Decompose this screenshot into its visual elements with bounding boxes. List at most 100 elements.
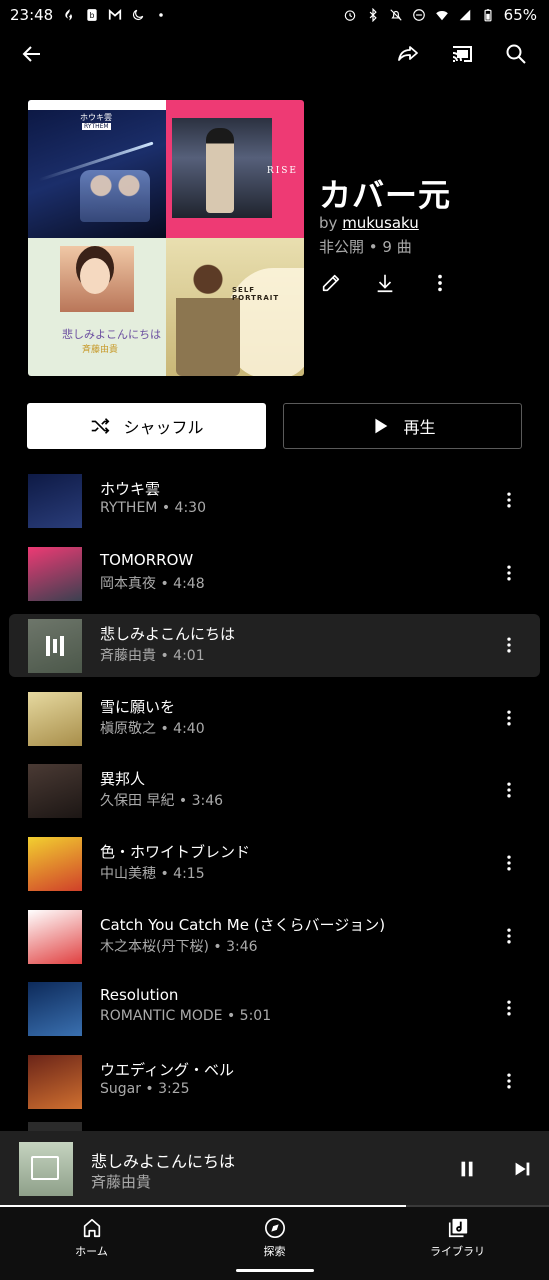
cast-overlay-icon (31, 1156, 59, 1180)
nav-library[interactable]: ライブラリ (366, 1207, 549, 1280)
skip-next-icon (515, 1162, 530, 1176)
track-thumbnail (28, 909, 82, 964)
pause-icon (461, 1161, 473, 1177)
track-more-button[interactable] (494, 1066, 524, 1096)
track-title: ウエディング・ベル (100, 1060, 234, 1079)
app-bar (0, 34, 549, 76)
next-button[interactable] (508, 1155, 536, 1183)
track-row[interactable]: ホウキ雲 RYTHEM • 4:30 (9, 469, 540, 532)
track-row[interactable]: 色・ホワイトブレンド 中山美穂 • 4:15 (9, 832, 540, 895)
nav-home[interactable]: ホーム (0, 1207, 183, 1280)
track-thumbnail (28, 764, 82, 819)
track-row[interactable]: Catch You Catch Me (さくらバージョン) 木之本桜(丹下桜) •… (9, 905, 540, 968)
battery-percent: 65% (503, 6, 537, 24)
cover-tile-text: RYTHEM (82, 123, 111, 130)
owner-link[interactable]: mukusaku (342, 214, 419, 232)
mute-icon (389, 8, 403, 22)
track-thumbnail (28, 474, 82, 528)
shuffle-icon (92, 418, 110, 434)
track-more-button[interactable] (494, 848, 524, 878)
more-vert-icon (507, 1000, 511, 1016)
signal-icon (458, 8, 472, 22)
more-vert-icon (507, 782, 511, 798)
edit-icon (322, 274, 340, 292)
cover-tile-kanashimi: 悲しみよこんにちは 斉藤由貴 (28, 238, 166, 376)
more-vert-icon (507, 492, 511, 508)
track-more-button[interactable] (494, 993, 524, 1023)
more-button[interactable] (425, 268, 455, 298)
back-arrow-icon (22, 46, 40, 62)
track-row[interactable]: Resolution ROMANTIC MODE • 5:01 (9, 977, 540, 1040)
flame-icon (62, 8, 76, 22)
track-row[interactable]: ウエディング・ベル Sugar • 3:25 (9, 1050, 540, 1113)
track-title: 色・ホワイトブレンド (100, 843, 251, 861)
back-button[interactable] (12, 34, 52, 74)
play-button[interactable]: 再生 (283, 403, 522, 449)
byline-prefix: by (319, 214, 338, 232)
track-more-button[interactable] (494, 485, 524, 515)
track-title: ホウキ雲 (100, 480, 161, 498)
track-subtitle: 岡本真夜 • 4:48 (100, 575, 205, 592)
track-thumbnail (28, 1054, 82, 1109)
track-title: Resolution (100, 986, 179, 1005)
track-title: 雪に願いを (100, 697, 176, 716)
now-playing-thumbnail (19, 1142, 73, 1196)
track-row[interactable]: 異邦人久保田 早紀 • 3:46 (9, 759, 540, 822)
track-more-button[interactable] (494, 558, 524, 588)
library-music-icon (448, 1218, 467, 1238)
download-button[interactable] (370, 268, 400, 298)
now-playing-bars-icon (28, 619, 82, 674)
edit-button[interactable] (316, 268, 346, 298)
track-thumbnail (28, 982, 82, 1037)
more-vert-icon (507, 928, 511, 944)
dnd-icon (412, 8, 426, 22)
compass-icon (264, 1218, 285, 1238)
track-title: TOMORROW (100, 550, 194, 569)
playlist-meta: 非公開 • 9 曲 (319, 238, 412, 256)
track-more-button[interactable] (494, 921, 524, 951)
more-vert-icon (507, 1073, 511, 1089)
cover-tile-text: ホウキ雲 (80, 113, 112, 122)
track-subtitle: 槇原敬之 • 4:40 (100, 720, 205, 737)
mini-player[interactable]: 悲しみよこんにちは 斉藤由貴 (0, 1131, 549, 1207)
nav-label: 探索 (263, 1245, 286, 1258)
cast-button[interactable] (442, 34, 482, 74)
dot-icon (154, 8, 168, 22)
playlist-byline: by mukusaku (319, 214, 419, 232)
track-more-button[interactable] (494, 775, 524, 805)
now-playing-title: 悲しみよこんにちは (91, 1152, 236, 1171)
track-row[interactable]: TOMORROW 岡本真夜 • 4:48 (9, 542, 540, 605)
track-row[interactable]: 雪に願いを槇原敬之 • 4:40 (9, 687, 540, 750)
track-subtitle: ROMANTIC MODE • 5:01 (100, 1008, 272, 1025)
track-subtitle: 斉藤由貴 • 4:01 (100, 648, 205, 665)
track-more-button[interactable] (494, 630, 524, 660)
search-button[interactable] (496, 34, 536, 74)
track-title: Catch You Catch Me (さくらバージョン) (100, 915, 386, 934)
more-vert-icon (507, 855, 511, 871)
status-time: 23:48 (10, 6, 54, 24)
track-title: 異邦人 (100, 770, 146, 789)
share-icon (398, 46, 418, 61)
share-button[interactable] (388, 34, 428, 74)
more-vert-icon (507, 565, 511, 581)
nav-explore[interactable]: 探索 (183, 1207, 366, 1280)
bluetooth-icon (366, 8, 380, 22)
cover-tile-self-portrait: SELF PORTRAIT (166, 238, 304, 376)
cover-tile-hoki-gumo: ホウキ雲 RYTHEM (28, 100, 166, 238)
track-subtitle: 久保田 早紀 • 3:46 (100, 793, 224, 810)
more-vert-icon (507, 637, 511, 653)
nav-label: ライブラリ (430, 1245, 485, 1258)
playlist-title: カバー元 (319, 176, 452, 214)
moon-icon (131, 8, 145, 22)
track-subtitle: RYTHEM • 4:30 (100, 500, 206, 516)
track-row[interactable]: 悲しみよこんにちは 斉藤由貴 • 4:01 (9, 614, 540, 678)
search-icon (506, 44, 526, 64)
home-icon (83, 1218, 100, 1238)
nav-label: ホーム (75, 1245, 108, 1258)
track-subtitle: Sugar • 3:25 (100, 1080, 190, 1097)
shuffle-button[interactable]: シャッフル (27, 403, 266, 449)
more-vert-icon (438, 274, 442, 292)
track-more-button[interactable] (494, 703, 524, 733)
pause-button[interactable] (453, 1155, 481, 1183)
track-thumbnail (28, 691, 82, 746)
